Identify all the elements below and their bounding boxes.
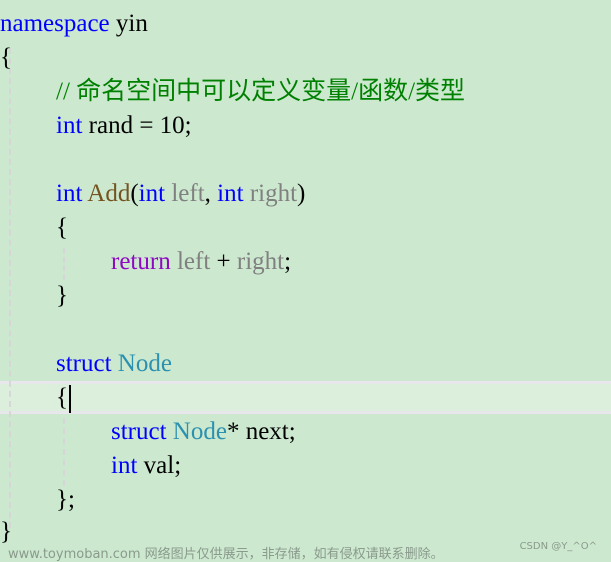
keyword: int	[111, 452, 138, 479]
text-caret	[69, 385, 71, 414]
brace: }	[0, 518, 12, 545]
keyword: struct	[111, 418, 167, 445]
code-editor[interactable]: namespace yin { // 命名空间中可以定义变量/函数/类型 int…	[0, 0, 611, 562]
parameter: right	[249, 180, 298, 207]
statement: val;	[137, 452, 182, 479]
brace: }	[56, 282, 68, 309]
code-line-2: {	[0, 41, 12, 75]
identifier: yin	[109, 10, 148, 37]
code-line-8: return left + right;	[111, 245, 291, 279]
keyword: return	[111, 248, 171, 275]
indent-guide	[63, 418, 65, 486]
type-name: Node	[117, 350, 172, 377]
credit-text: CSDN @Y_^O^	[519, 541, 597, 552]
operator: +	[210, 248, 237, 275]
function-name: Add	[87, 180, 131, 207]
indent-guide	[63, 248, 65, 280]
code-line-15: };	[56, 483, 75, 517]
current-line-highlight	[0, 381, 611, 414]
statement: * next;	[226, 418, 296, 445]
paren: (	[130, 180, 139, 207]
parameter: right	[236, 248, 285, 275]
code-line-6: int Add(int left, int right)	[56, 177, 305, 211]
indent-guide	[9, 48, 11, 528]
keyword: int	[138, 180, 166, 207]
semicolon: ;	[284, 248, 292, 275]
comma: ,	[204, 180, 218, 207]
paren: )	[297, 180, 306, 207]
code-line-4: int rand = 10;	[56, 109, 192, 143]
keyword: int	[56, 180, 83, 207]
parameter: left	[171, 180, 205, 207]
code-line-12: {	[56, 381, 71, 415]
code-line-14: int val;	[111, 449, 181, 483]
code-line-7: {	[56, 211, 68, 245]
type-name: Node	[172, 418, 227, 445]
code-line-11: struct Node	[56, 347, 172, 381]
parameter: left	[176, 248, 211, 275]
keyword: struct	[56, 350, 112, 377]
brace: };	[56, 486, 75, 513]
brace: {	[0, 44, 12, 71]
brace: {	[56, 214, 68, 241]
code-line-13: struct Node* next;	[111, 415, 296, 449]
code-line-1: namespace yin	[0, 7, 148, 41]
watermark-text: www.toymoban.com 网络图片仅供展示，非存储，如有侵权请联系删除。	[8, 547, 444, 562]
keyword: int	[56, 112, 83, 139]
keyword: int	[217, 180, 244, 207]
brace: {	[56, 384, 68, 411]
comment: // 命名空间中可以定义变量/函数/类型	[56, 78, 466, 105]
keyword: namespace	[0, 10, 110, 37]
code-line-9: }	[56, 279, 68, 313]
code-line-3: // 命名空间中可以定义变量/函数/类型	[56, 75, 465, 109]
statement: rand = 10;	[82, 112, 192, 139]
